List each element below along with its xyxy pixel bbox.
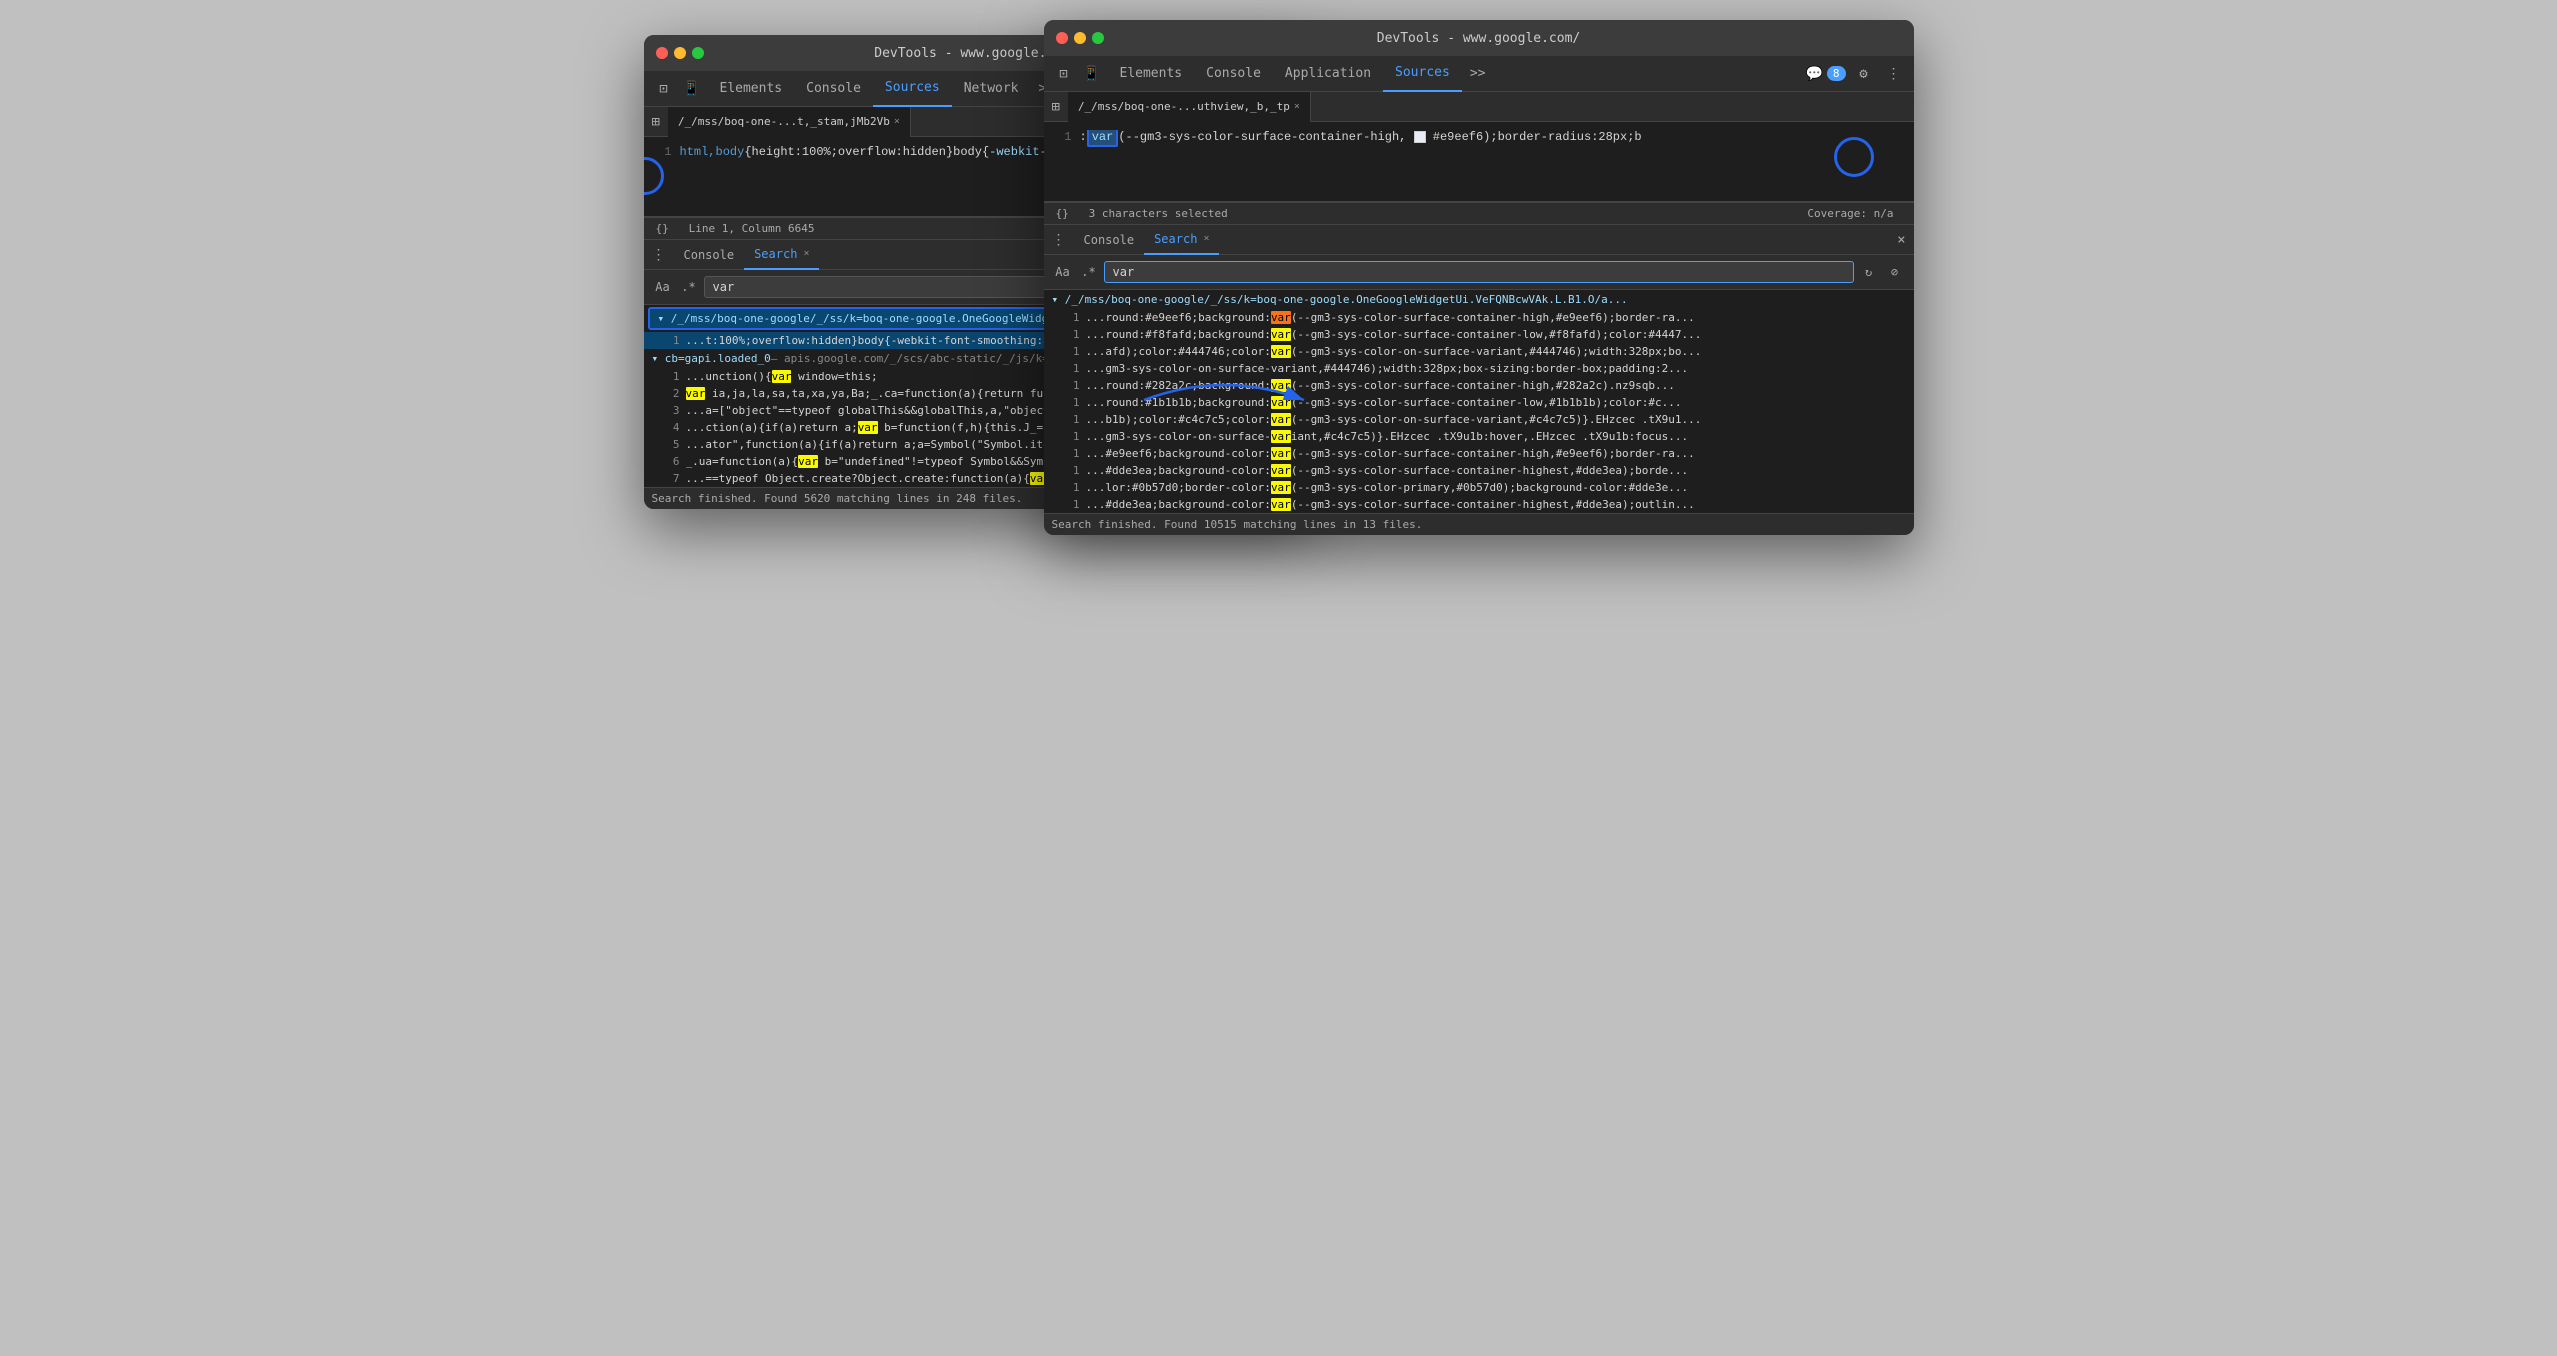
tab-elements-back[interactable]: Elements (708, 71, 795, 107)
front-result-6[interactable]: 1 ...round:#1b1b1b;background:var(--gm3-… (1044, 394, 1914, 411)
panel-menu-icon[interactable]: ⋮ (652, 247, 666, 263)
file-tab-close-back[interactable]: × (894, 116, 900, 127)
toolbar-front: ⊡ 📱 Elements Console Application Sources… (1044, 56, 1914, 92)
title-bar-front: DevTools - www.google.com/ (1044, 20, 1914, 56)
regex-btn-front[interactable]: .* (1078, 261, 1100, 283)
front-result-2[interactable]: 1 ...round:#f8fafd;background:var(--gm3-… (1044, 326, 1914, 343)
more-options-icon[interactable]: ⋮ (1882, 62, 1906, 86)
device-icon-front[interactable]: 📱 (1080, 62, 1104, 86)
front-result-4[interactable]: 1 ...gm3-sys-color-on-surface-variant,#4… (1044, 360, 1914, 377)
file-group-front-1: ▾ /_/mss/boq-one-google/_/ss/k=boq-one-g… (1044, 290, 1914, 513)
comment-badge: 8 (1827, 66, 1846, 81)
minimize-button-back[interactable] (674, 47, 686, 59)
settings-icon[interactable]: ⚙ (1852, 62, 1876, 86)
bottom-panel-front: ⋮ Console Search × × Aa .* (1044, 225, 1914, 535)
search-tab-close[interactable]: × (803, 248, 809, 259)
front-result-8[interactable]: 1 ...gm3-sys-color-on-surface-variant,#c… (1044, 428, 1914, 445)
tab-sources-front[interactable]: Sources (1383, 56, 1462, 92)
status-bar-front: {} 3 characters selected Coverage: n/a (1044, 202, 1914, 225)
tab-sources-back[interactable]: Sources (873, 71, 952, 107)
inspect-icon-front[interactable]: ⊡ (1052, 62, 1076, 86)
window-title-front: DevTools - www.google.com/ (1377, 31, 1581, 46)
device-icon[interactable]: 📱 (680, 77, 704, 101)
inspect-icon[interactable]: ⊡ (652, 77, 676, 101)
tab-console-front[interactable]: Console (1194, 56, 1273, 92)
sidebar-toggle-back[interactable]: ⊞ (652, 114, 660, 130)
line-numbers-front: 1 (1052, 130, 1072, 193)
front-result-3[interactable]: 1 ...afd);color:#444746;color:var(--gm3-… (1044, 343, 1914, 360)
maximize-button-back[interactable] (692, 47, 704, 59)
match-case-btn[interactable]: Aa (652, 276, 674, 298)
front-result-5[interactable]: 1 ...round:#282a2c;background:var(--gm3-… (1044, 377, 1914, 394)
refresh-btn-front[interactable]: ↻ (1858, 261, 1880, 283)
tab-elements-front[interactable]: Elements (1108, 56, 1195, 92)
front-result-7[interactable]: 1 ...b1b);color:#c4c7c5;color:var(--gm3-… (1044, 411, 1914, 428)
regex-btn[interactable]: .* (678, 276, 700, 298)
close-button-back[interactable] (656, 47, 668, 59)
search-tab-back[interactable]: Search × (744, 240, 819, 270)
file-header-front-1[interactable]: ▾ /_/mss/boq-one-google/_/ss/k=boq-one-g… (1044, 290, 1914, 309)
console-tab-front[interactable]: Console (1074, 225, 1145, 255)
match-case-btn-front[interactable]: Aa (1052, 261, 1074, 283)
status-text: {} Line 1, Column 6645 (656, 222, 815, 235)
search-input-front[interactable] (1104, 261, 1854, 283)
front-result-1[interactable]: 1 ...round:#e9eef6;background:var(--gm3-… (1044, 309, 1914, 326)
sidebar-toggle-front[interactable]: ⊞ (1052, 99, 1060, 115)
front-result-10[interactable]: 1 ...#dde3ea;background-color:var(--gm3-… (1044, 462, 1914, 479)
comment-icon[interactable]: 💬 (1805, 66, 1822, 82)
maximize-button-front[interactable] (1092, 32, 1104, 44)
tab-network-back[interactable]: Network (952, 71, 1031, 107)
search-results-front[interactable]: ▾ /_/mss/boq-one-google/_/ss/k=boq-one-g… (1044, 290, 1914, 513)
bottom-tabs-front: ⋮ Console Search × × (1044, 225, 1914, 255)
comment-badge-area: 💬 8 (1805, 66, 1845, 82)
file-tab-front[interactable]: /_/mss/boq-one-...uthview,_b,_tp × (1068, 92, 1311, 122)
more-tabs-front[interactable]: >> (1462, 66, 1494, 81)
selected-text: {} 3 characters selected (1056, 207, 1228, 220)
coverage-text: Coverage: n/a (1807, 207, 1893, 220)
file-tabs-bar-front: ⊞ /_/mss/boq-one-...uthview,_b,_tp × (1044, 92, 1914, 122)
code-content-back[interactable]: html,body{height:100%;overflow:hidden}bo… (680, 145, 1083, 208)
search-action-btns-front: ↻ ⊘ (1858, 261, 1906, 283)
front-result-9[interactable]: 1 ...#e9eef6;background-color:var(--gm3-… (1044, 445, 1914, 462)
circle-annotation-front (1834, 137, 1874, 177)
front-result-12[interactable]: 1 ...#dde3ea;background-color:var(--gm3-… (1044, 496, 1914, 513)
search-options-front: Aa .* ↻ ⊘ (1044, 255, 1914, 290)
search-status-front: Search finished. Found 10515 matching li… (1044, 513, 1914, 535)
search-input-wrap-front (1104, 261, 1854, 283)
minimize-button-front[interactable] (1074, 32, 1086, 44)
front-result-11[interactable]: 1 ...lor:#0b57d0;border-color:var(--gm3-… (1044, 479, 1914, 496)
toolbar-right: 💬 8 ⚙ ⋮ (1805, 62, 1905, 86)
close-button-front[interactable] (1056, 32, 1068, 44)
tab-console-back[interactable]: Console (794, 71, 873, 107)
toolbar-tabs-front: Elements Console Application Sources >> (1108, 56, 1802, 92)
traffic-lights-front (1056, 32, 1104, 44)
console-tab-back[interactable]: Console (674, 240, 745, 270)
search-tab-front[interactable]: Search × (1144, 225, 1219, 255)
clear-btn-front[interactable]: ⊘ (1884, 261, 1906, 283)
tab-application-front[interactable]: Application (1273, 56, 1383, 92)
file-tab-close-front[interactable]: × (1294, 101, 1300, 112)
search-tab-close-front[interactable]: × (1203, 233, 1209, 244)
file-tab-back[interactable]: /_/mss/boq-one-...t,_stam,jMb2Vb × (668, 107, 911, 137)
close-panel-btn[interactable]: × (1897, 232, 1905, 248)
panel-menu-icon-front[interactable]: ⋮ (1052, 232, 1066, 248)
code-area-front: 1 :var(--gm3-sys-color-surface-container… (1044, 122, 1914, 202)
code-content-front[interactable]: :var(--gm3-sys-color-surface-container-h… (1080, 130, 1642, 193)
traffic-lights-back (656, 47, 704, 59)
